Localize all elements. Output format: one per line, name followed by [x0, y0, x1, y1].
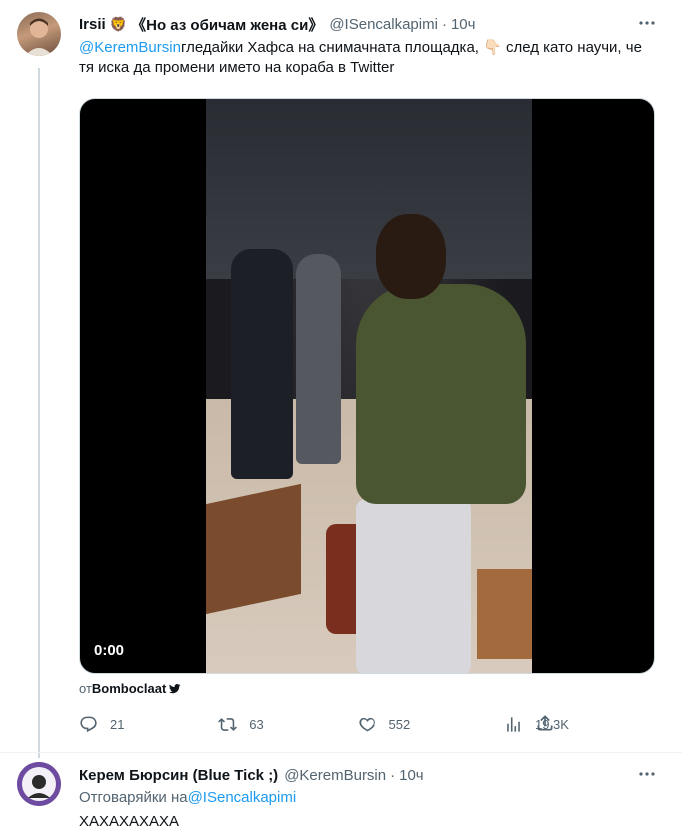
share-icon [537, 715, 553, 731]
tweet-header: Керем Бюрсин (Blue Tick ;) @KeremBursin … [79, 765, 642, 785]
tweet-text: ХАХАХАХАХА [79, 813, 180, 830]
reply-button[interactable]: 21 [79, 715, 124, 734]
user-handle[interactable]: @ISencalkapimi [329, 16, 438, 33]
views-chart-icon [507, 716, 520, 732]
avatar-face-icon [17, 762, 61, 806]
like-count: 552 [388, 716, 411, 732]
tweet-actions: 21 63 552 19.3K [79, 708, 569, 740]
attribution-source-link[interactable]: Bomboclaat [92, 681, 166, 696]
more-dots-icon [639, 772, 655, 776]
more-options-button[interactable] [636, 12, 658, 34]
video-attribution: от Bomboclaat [79, 681, 181, 696]
video-scene-person [356, 284, 526, 504]
separator-dot: · [441, 15, 447, 33]
thread-connector-line [38, 68, 40, 758]
retweet-button[interactable]: 63 [218, 715, 264, 734]
attribution-prefix: от [79, 681, 92, 696]
replying-prefix: Отговаряйки на [79, 789, 188, 806]
reply-count: 21 [110, 716, 125, 732]
tweet-time[interactable]: 10ч [451, 16, 476, 33]
video-scene-tray [477, 569, 532, 659]
tweet-divider [0, 752, 682, 753]
tweet-text-part1: гледайки Хафса на снимачната площадка, [180, 39, 484, 56]
twitter-bird-icon [169, 683, 181, 693]
video-scene-person [356, 499, 471, 673]
display-name[interactable]: Irsii [79, 16, 106, 33]
reply-icon [80, 716, 97, 732]
like-button[interactable]: 552 [358, 715, 411, 734]
hand-pointing-emoji: 👇🏻 [483, 39, 502, 56]
tweet-text: @KeremBursinгледайки Хафса на снимачната… [79, 38, 649, 78]
tweet-time[interactable]: 10ч [399, 767, 424, 784]
replying-to: Отговаряйки на@ISencalkapimi [79, 789, 296, 806]
video-scene-person [231, 249, 293, 479]
heart-icon [358, 717, 375, 732]
user-handle[interactable]: @KeremBursin [284, 767, 386, 784]
avatar-face-icon [25, 18, 53, 56]
display-name-suffix[interactable]: 《Но аз обичам жена си》 [131, 14, 323, 35]
video-scene-person [296, 254, 341, 464]
video-scene-table [206, 483, 301, 615]
mention-link[interactable]: @KeremBursin [79, 39, 181, 56]
lion-emoji: 🦁 [109, 15, 128, 32]
video-timestamp: 0:00 [94, 642, 125, 659]
retweet-count: 63 [249, 716, 264, 732]
replying-handle-link[interactable]: @ISencalkapimi [188, 789, 297, 806]
more-options-button[interactable] [636, 763, 658, 785]
tweet-header: Irsii 🦁 《Но аз обичам жена си》 @ISencalk… [79, 14, 642, 34]
separator-dot: · [390, 766, 396, 784]
share-button[interactable] [535, 713, 555, 733]
video-player[interactable]: 0:00 [79, 98, 655, 674]
avatar[interactable] [17, 762, 61, 806]
display-name[interactable]: Керем Бюрсин (Blue Tick ;) [79, 767, 278, 784]
more-dots-icon [639, 21, 655, 25]
video-frame [206, 99, 532, 673]
avatar[interactable] [17, 12, 61, 56]
video-scene-person [376, 214, 446, 299]
retweet-icon [218, 717, 238, 731]
